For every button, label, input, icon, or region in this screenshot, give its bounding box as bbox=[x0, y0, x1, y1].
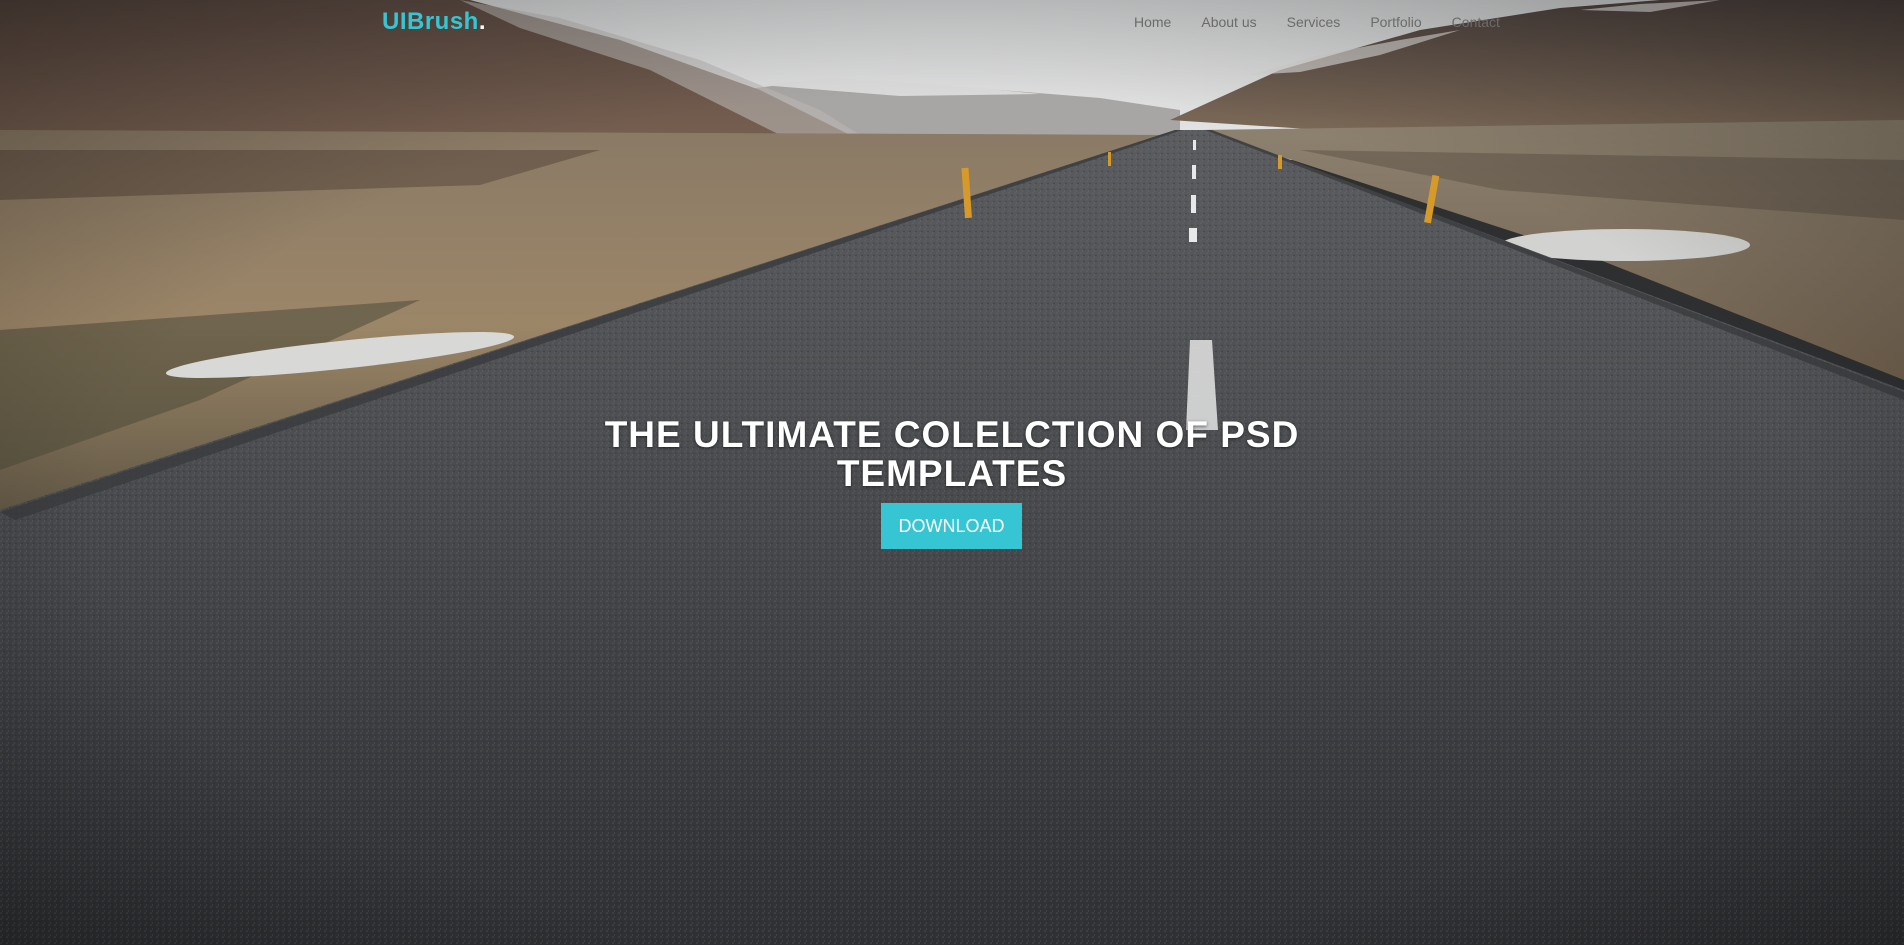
hero-headline: THE ULTIMATE COLELCTION OF PSD TEMPLATES bbox=[604, 414, 1300, 494]
nav-item-services[interactable]: Services bbox=[1287, 13, 1341, 31]
brand-logo[interactable]: UIBrush. bbox=[382, 8, 486, 36]
hero-section: UIBrush. Home About us Services Portfoli… bbox=[0, 0, 1904, 945]
nav-item-contact[interactable]: Contact bbox=[1452, 13, 1500, 31]
nav-menu: Home About us Services Portfolio Contact bbox=[1134, 13, 1500, 31]
download-button[interactable]: DOWNLOAD bbox=[881, 503, 1022, 549]
nav-item-about-us[interactable]: About us bbox=[1201, 13, 1256, 31]
brand-name: UIBrush bbox=[382, 8, 479, 35]
brand-dot: . bbox=[478, 8, 487, 35]
nav-item-home[interactable]: Home bbox=[1134, 13, 1171, 31]
top-navbar: UIBrush. Home About us Services Portfoli… bbox=[0, 0, 1904, 44]
nav-item-portfolio[interactable]: Portfolio bbox=[1370, 13, 1421, 31]
